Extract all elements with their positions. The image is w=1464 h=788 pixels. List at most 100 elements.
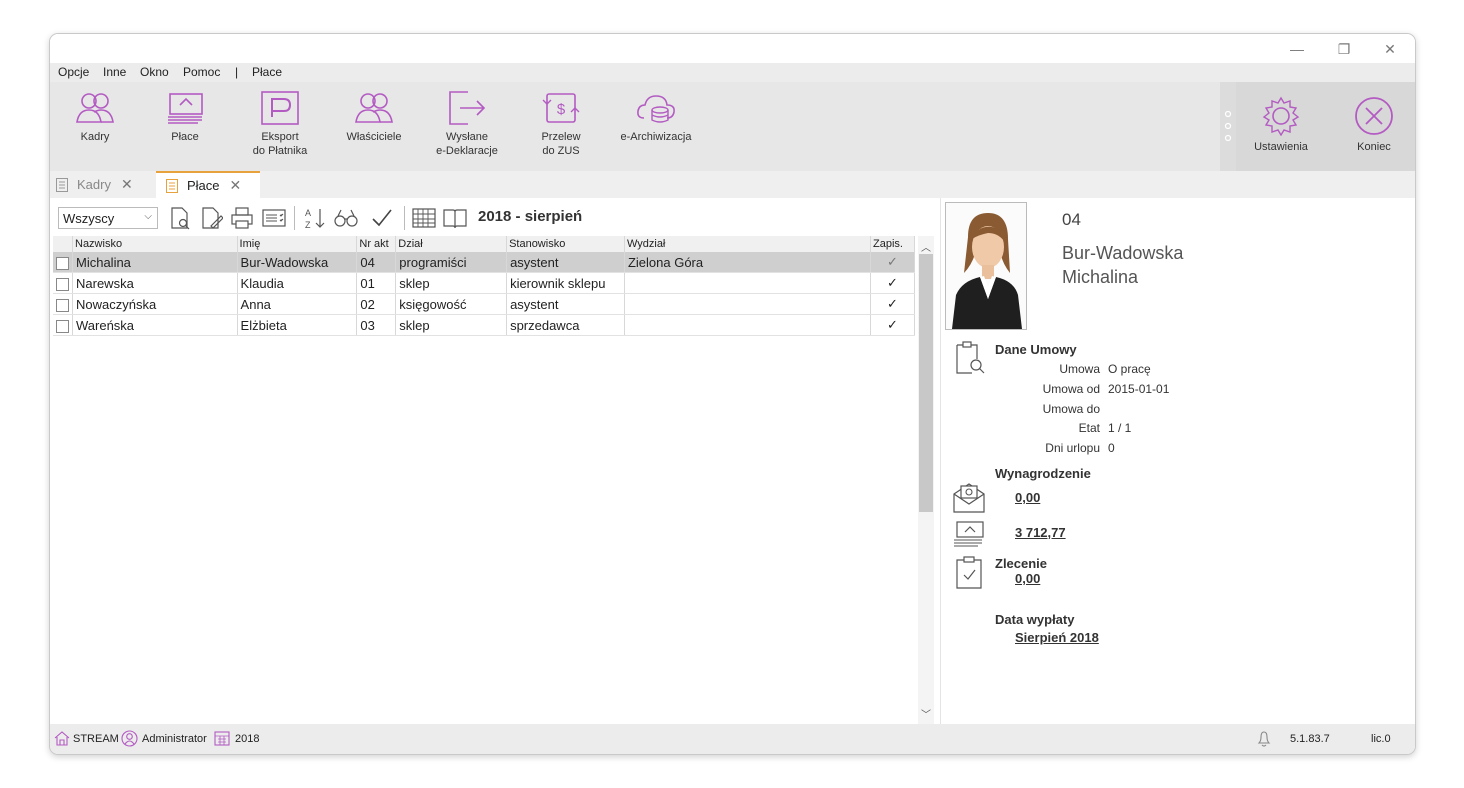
umowa-label: Umowa	[1059, 362, 1100, 376]
table-header: Nazwisko Imię Nr akt Dział Stanowisko Wy…	[53, 236, 915, 252]
cell-wydzial	[624, 293, 872, 315]
dni-urlopu-label: Dni urlopu	[1045, 441, 1100, 455]
scrollbar-thumb[interactable]	[919, 254, 933, 512]
cell-dzial: programiści	[395, 252, 508, 273]
print-icon[interactable]	[230, 206, 254, 230]
sort-az-icon[interactable]: A Z	[303, 206, 327, 230]
maximize-button[interactable]: ❐	[1329, 38, 1359, 60]
list-details-icon[interactable]	[262, 206, 286, 230]
employee-firstname: Michalina	[1062, 267, 1139, 287]
table-row[interactable]: Michalina Bur-Wadowska 04 programiści as…	[53, 252, 915, 273]
ribbon-place-label: Płace	[171, 131, 199, 143]
list-toolbar: Wszyscy ⌵ A Z 2018 - sierpień	[50, 198, 920, 236]
scroll-up-icon[interactable]: ︿	[921, 239, 931, 254]
document-edit-icon[interactable]	[199, 206, 223, 230]
column-header-zapis[interactable]: Zapis.	[870, 236, 915, 252]
umowa-od-label: Umowa od	[1042, 382, 1100, 396]
menu-inne[interactable]: Inne	[103, 65, 126, 79]
menu-pomoc[interactable]: Pomoc	[183, 65, 220, 79]
cell-wydzial: Zielona Góra	[624, 252, 872, 273]
status-database[interactable]: STREAM	[73, 733, 119, 745]
book-icon[interactable]	[443, 206, 467, 230]
tab-kadry[interactable]: Kadry ✕	[56, 171, 133, 198]
status-user[interactable]: Administrator	[142, 733, 207, 745]
binoculars-icon[interactable]	[334, 206, 358, 230]
ribbon: Kadry Płace Eksport do Płatnika Właścici…	[50, 82, 1415, 171]
status-licence: lic.0	[1371, 733, 1391, 745]
bell-icon[interactable]	[1257, 730, 1271, 747]
row-checkbox[interactable]	[56, 298, 69, 312]
order-amount-link[interactable]: 0,00	[1015, 571, 1040, 586]
close-window-button[interactable]: ✕	[1375, 38, 1405, 60]
employees-table: Nazwisko Imię Nr akt Dział Stanowisko Wy…	[53, 236, 915, 336]
tab-kadry-label: Kadry	[77, 177, 111, 192]
column-header-nr-akt[interactable]: Nr akt	[356, 236, 397, 252]
column-header-imie[interactable]: Imię	[237, 236, 358, 252]
column-header-dzial[interactable]: Dział	[395, 236, 508, 252]
payday-link[interactable]: Sierpień 2018	[1015, 630, 1099, 645]
ribbon-place-button[interactable]: Płace	[140, 90, 230, 144]
toolbar-divider	[404, 206, 405, 230]
column-header-wydzial[interactable]: Wydział	[624, 236, 872, 252]
tab-kadry-close-icon[interactable]: ✕	[121, 176, 133, 193]
ribbon-ustawienia-button[interactable]: Ustawienia	[1236, 96, 1326, 154]
cell-nr-akt: 01	[356, 272, 397, 294]
grid-icon[interactable]	[412, 206, 436, 230]
user-icon	[121, 730, 138, 747]
ribbon-eksport-label-2: do Płatnika	[252, 145, 308, 157]
cell-imie: Anna	[237, 293, 358, 315]
cell-dzial: sklep	[395, 314, 508, 336]
table-scrollbar[interactable]: ︿ ﹀	[918, 236, 934, 724]
column-header-stanowisko[interactable]: Stanowisko	[506, 236, 625, 252]
ribbon-wyslane-label-1: Wysłane	[445, 131, 489, 143]
status-year[interactable]: 2018	[235, 733, 259, 745]
cell-stanowisko: asystent	[506, 252, 625, 273]
cell-nazwisko: Michalina	[72, 252, 238, 273]
table-row[interactable]: Wareńska Elżbieta 03 sklep sprzedawca ✓	[53, 314, 915, 336]
row-checkbox[interactable]	[56, 256, 69, 270]
ribbon-grip[interactable]	[1220, 82, 1236, 171]
employee-surname: Bur-Wadowska	[1062, 243, 1184, 263]
cell-nazwisko: Nowaczyńska	[72, 293, 238, 315]
filter-select[interactable]: Wszyscy ⌵	[58, 207, 158, 229]
home-icon	[54, 731, 70, 746]
ribbon-earchiwizacja-button[interactable]: e-Archiwizacja	[611, 90, 701, 144]
envelope-money-icon[interactable]	[952, 480, 986, 514]
table-row[interactable]: Narewska Klaudia 01 sklep kierownik skle…	[53, 272, 915, 294]
row-checkbox[interactable]	[56, 319, 69, 333]
tab-place-close-icon[interactable]: ✕	[230, 177, 242, 194]
period-label[interactable]: 2018 - sierpień	[478, 208, 582, 225]
ribbon-wlasciciele-button[interactable]: Właściciele	[329, 90, 419, 144]
minimize-button[interactable]: —	[1282, 38, 1312, 60]
ribbon-wyslane-button[interactable]: Wysłane e-Deklaracje	[422, 90, 512, 158]
salary-amount-2-link[interactable]: 3 712,77	[1015, 525, 1066, 540]
menu-opcje[interactable]: Opcje	[58, 65, 89, 79]
tab-place[interactable]: Płace ✕	[156, 171, 260, 198]
employee-nr-akt: 04	[1062, 210, 1081, 229]
ribbon-eksport-button[interactable]: Eksport do Płatnika	[235, 90, 325, 158]
chevron-down-icon: ⌵	[144, 211, 152, 222]
cell-nr-akt: 04	[356, 252, 397, 273]
scroll-down-icon[interactable]: ﹀	[921, 706, 931, 721]
ribbon-przelew-label-2: do ZUS	[542, 145, 580, 157]
document-search-icon[interactable]	[168, 206, 192, 230]
clipboard-check-icon[interactable]	[955, 556, 985, 590]
cell-dzial: księgowość	[395, 293, 508, 315]
cell-nr-akt: 03	[356, 314, 397, 336]
table-row[interactable]: Nowaczyńska Anna 02 księgowość asystent …	[53, 293, 915, 315]
ribbon-wlasciciele-label: Właściciele	[346, 131, 402, 143]
checkmark-icon[interactable]	[370, 206, 394, 230]
salary-amount-1-link[interactable]: 0,00	[1015, 490, 1040, 505]
menu-place[interactable]: Płace	[252, 65, 282, 79]
banknotes-icon[interactable]	[952, 520, 986, 548]
ribbon-koniec-button[interactable]: Koniec	[1329, 96, 1415, 154]
ribbon-przelew-button[interactable]: $ Przelew do ZUS	[516, 90, 606, 158]
ribbon-kadry-button[interactable]: Kadry	[50, 90, 140, 144]
row-checkbox[interactable]	[56, 277, 69, 291]
etat-label: Etat	[1078, 421, 1100, 435]
ribbon-wyslane-label-2: e-Deklaracje	[436, 145, 498, 157]
menu-okno[interactable]: Okno	[140, 65, 169, 79]
column-header-nazwisko[interactable]: Nazwisko	[72, 236, 238, 252]
svg-text:A: A	[305, 208, 311, 218]
grip-dots-icon	[1224, 110, 1232, 142]
